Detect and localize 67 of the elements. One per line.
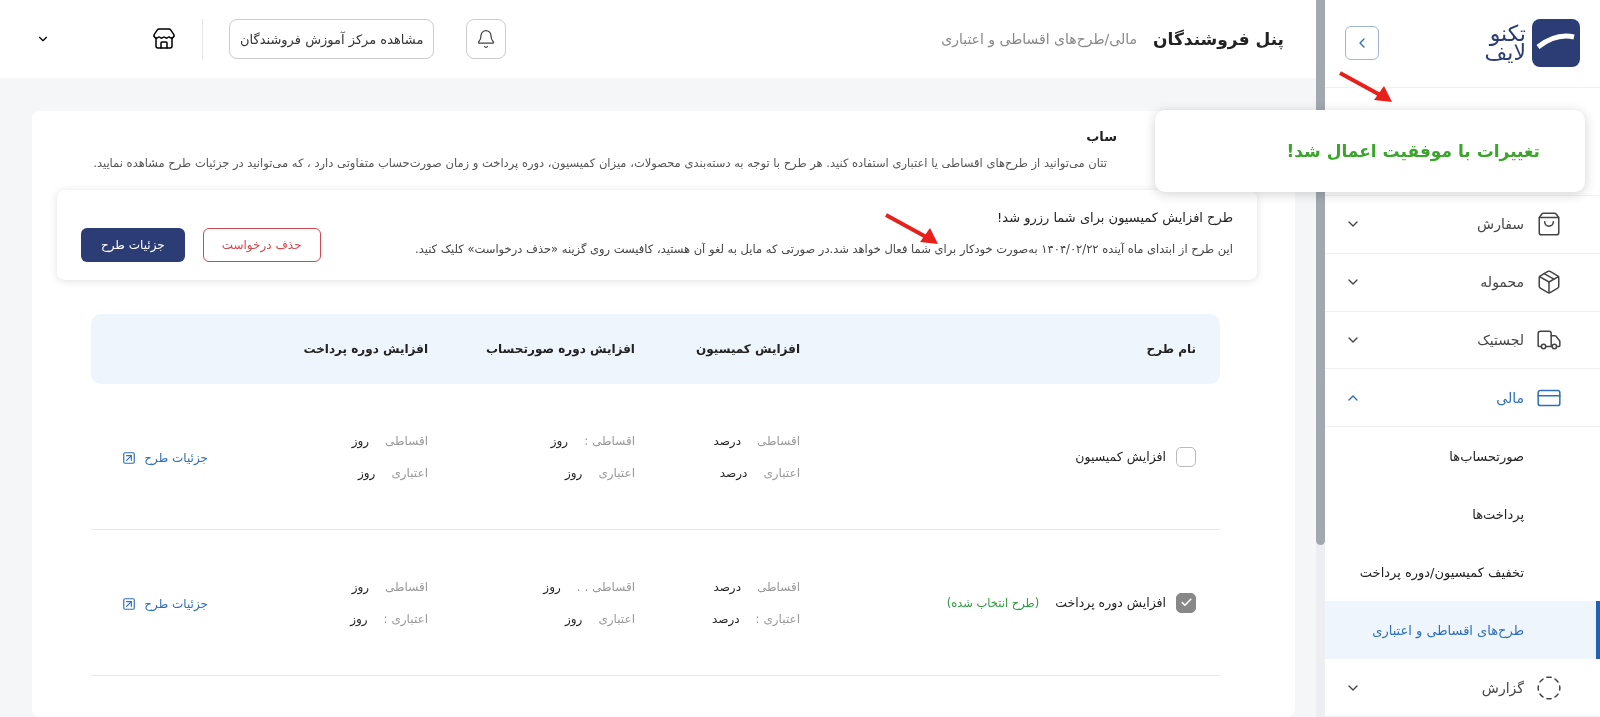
checkbox[interactable] [1176,446,1196,467]
value-label: اقساطی [385,579,428,594]
brand-name: تکنو [1488,23,1526,44]
notice-title: طرح افزایش کمیسیون برای شما رزرو شد! [996,210,1233,226]
nav-label: محموله [1479,274,1524,291]
value-unit: روز [358,465,376,480]
value-label: اعتباری [763,465,800,480]
value-unit: روز [351,433,369,448]
value-unit: روز [565,611,583,626]
nav-label: سفارش [1476,216,1524,233]
value-label: اعتباری [598,611,635,626]
notification-button[interactable] [466,19,507,59]
external-link-icon [122,451,137,466]
notice-text: این طرح از ابتدای ماه آینده ۱۴۰۴/۰۲/۲۲ به‌صورت خودکار برای شما فعال خواهد شد.در صورتی که مایل به لغو آن هستید، کافیست روی گزینه «حذف درخواست» کلیک کنید. [414,241,1233,259]
plan-details-link[interactable]: جزئیات طرح [122,597,208,612]
logo-icon [1532,19,1580,68]
external-link-icon [122,597,137,612]
selected-plan-label: (طرح انتخاب شده) [946,595,1040,610]
value-label: اعتباری [391,465,428,480]
column-header: افزایش دوره پرداخت [302,342,428,357]
nav-subitem[interactable]: طرح‌های اقساطی و اعتباری [1325,601,1600,660]
breadcrumb: مالی/طرح‌های اقساطی و اعتباری [941,31,1138,47]
checkbox[interactable] [1176,592,1196,613]
column-header: افزایش کمیسیون [695,342,800,357]
training-center-button[interactable]: مشاهده مرکز آموزش فروشندگان [229,19,435,59]
value-label: اقساطی : [584,433,635,448]
box-icon [1536,269,1562,296]
value-unit: روز [565,465,583,480]
section-title: ساب [1085,129,1117,144]
bag-icon [1536,211,1562,238]
value-label: اقساطی [757,433,800,448]
nav-label: لجستیک [1476,332,1524,348]
pointer-arrow [1338,70,1394,104]
value-unit: درصد [713,579,741,594]
nav-subitem[interactable]: صورتحساب‌ها [1325,427,1600,486]
value-unit: درصد [713,433,741,448]
value-unit: درصد [719,465,748,480]
plan-name: افزایش دوره پرداخت [1055,595,1166,611]
value-unit: روز [350,611,368,626]
value-unit: درصد [711,611,740,626]
pointer-arrow [884,212,940,246]
value-label: اقساطی [385,433,428,448]
toast-message: تغییرات با موفقیت اعمال شد! [1286,141,1540,161]
delete-request-button[interactable]: حذف درخواست [202,228,321,263]
nav-label: مالی [1495,389,1524,406]
value-label: اقساطی . . [576,579,635,594]
plan-details-link[interactable]: جزئیات طرح [122,451,208,466]
section-description: تتان می‌توانید از طرح‌های اقساطی یا اعتباری استفاده کنید. هر طرح با توجه به دسته‌بندی محصولات، میزان کمیسیون، دوره پرداخت و زمان صورت‌حساب متفاوتی دارد ، که می‌توانید در جزئیات طرح مشاهده نمایید. [92,155,1107,172]
value-unit: روز [543,579,561,594]
store-icon[interactable] [152,27,176,51]
plan-details-button[interactable]: جزئیات طرح [81,228,185,263]
nav-subitem[interactable]: پرداخت‌ها [1325,485,1600,544]
value-label: اقساطی [757,579,800,594]
collapse-button[interactable] [1345,26,1379,61]
circle-icon [1536,674,1562,701]
plan-name: افزایش کمیسیون [1075,449,1166,465]
value-label: اعتباری : [755,611,800,626]
nav-label: گزارش [1480,679,1524,696]
value-unit: روز [351,579,369,594]
value-label: اعتباری [598,465,635,480]
panel-title: پنل فروشندگان [1153,29,1284,49]
value-label: اعتباری : [383,611,428,626]
value-unit: روز [550,433,569,448]
column-header: نام طرح [1145,342,1196,357]
nav-subitem[interactable]: تخفیف کمیسیون/دوره پرداخت [1325,543,1600,602]
column-header: افزایش دوره صورتحساب [485,342,635,357]
bell-icon [476,29,497,49]
